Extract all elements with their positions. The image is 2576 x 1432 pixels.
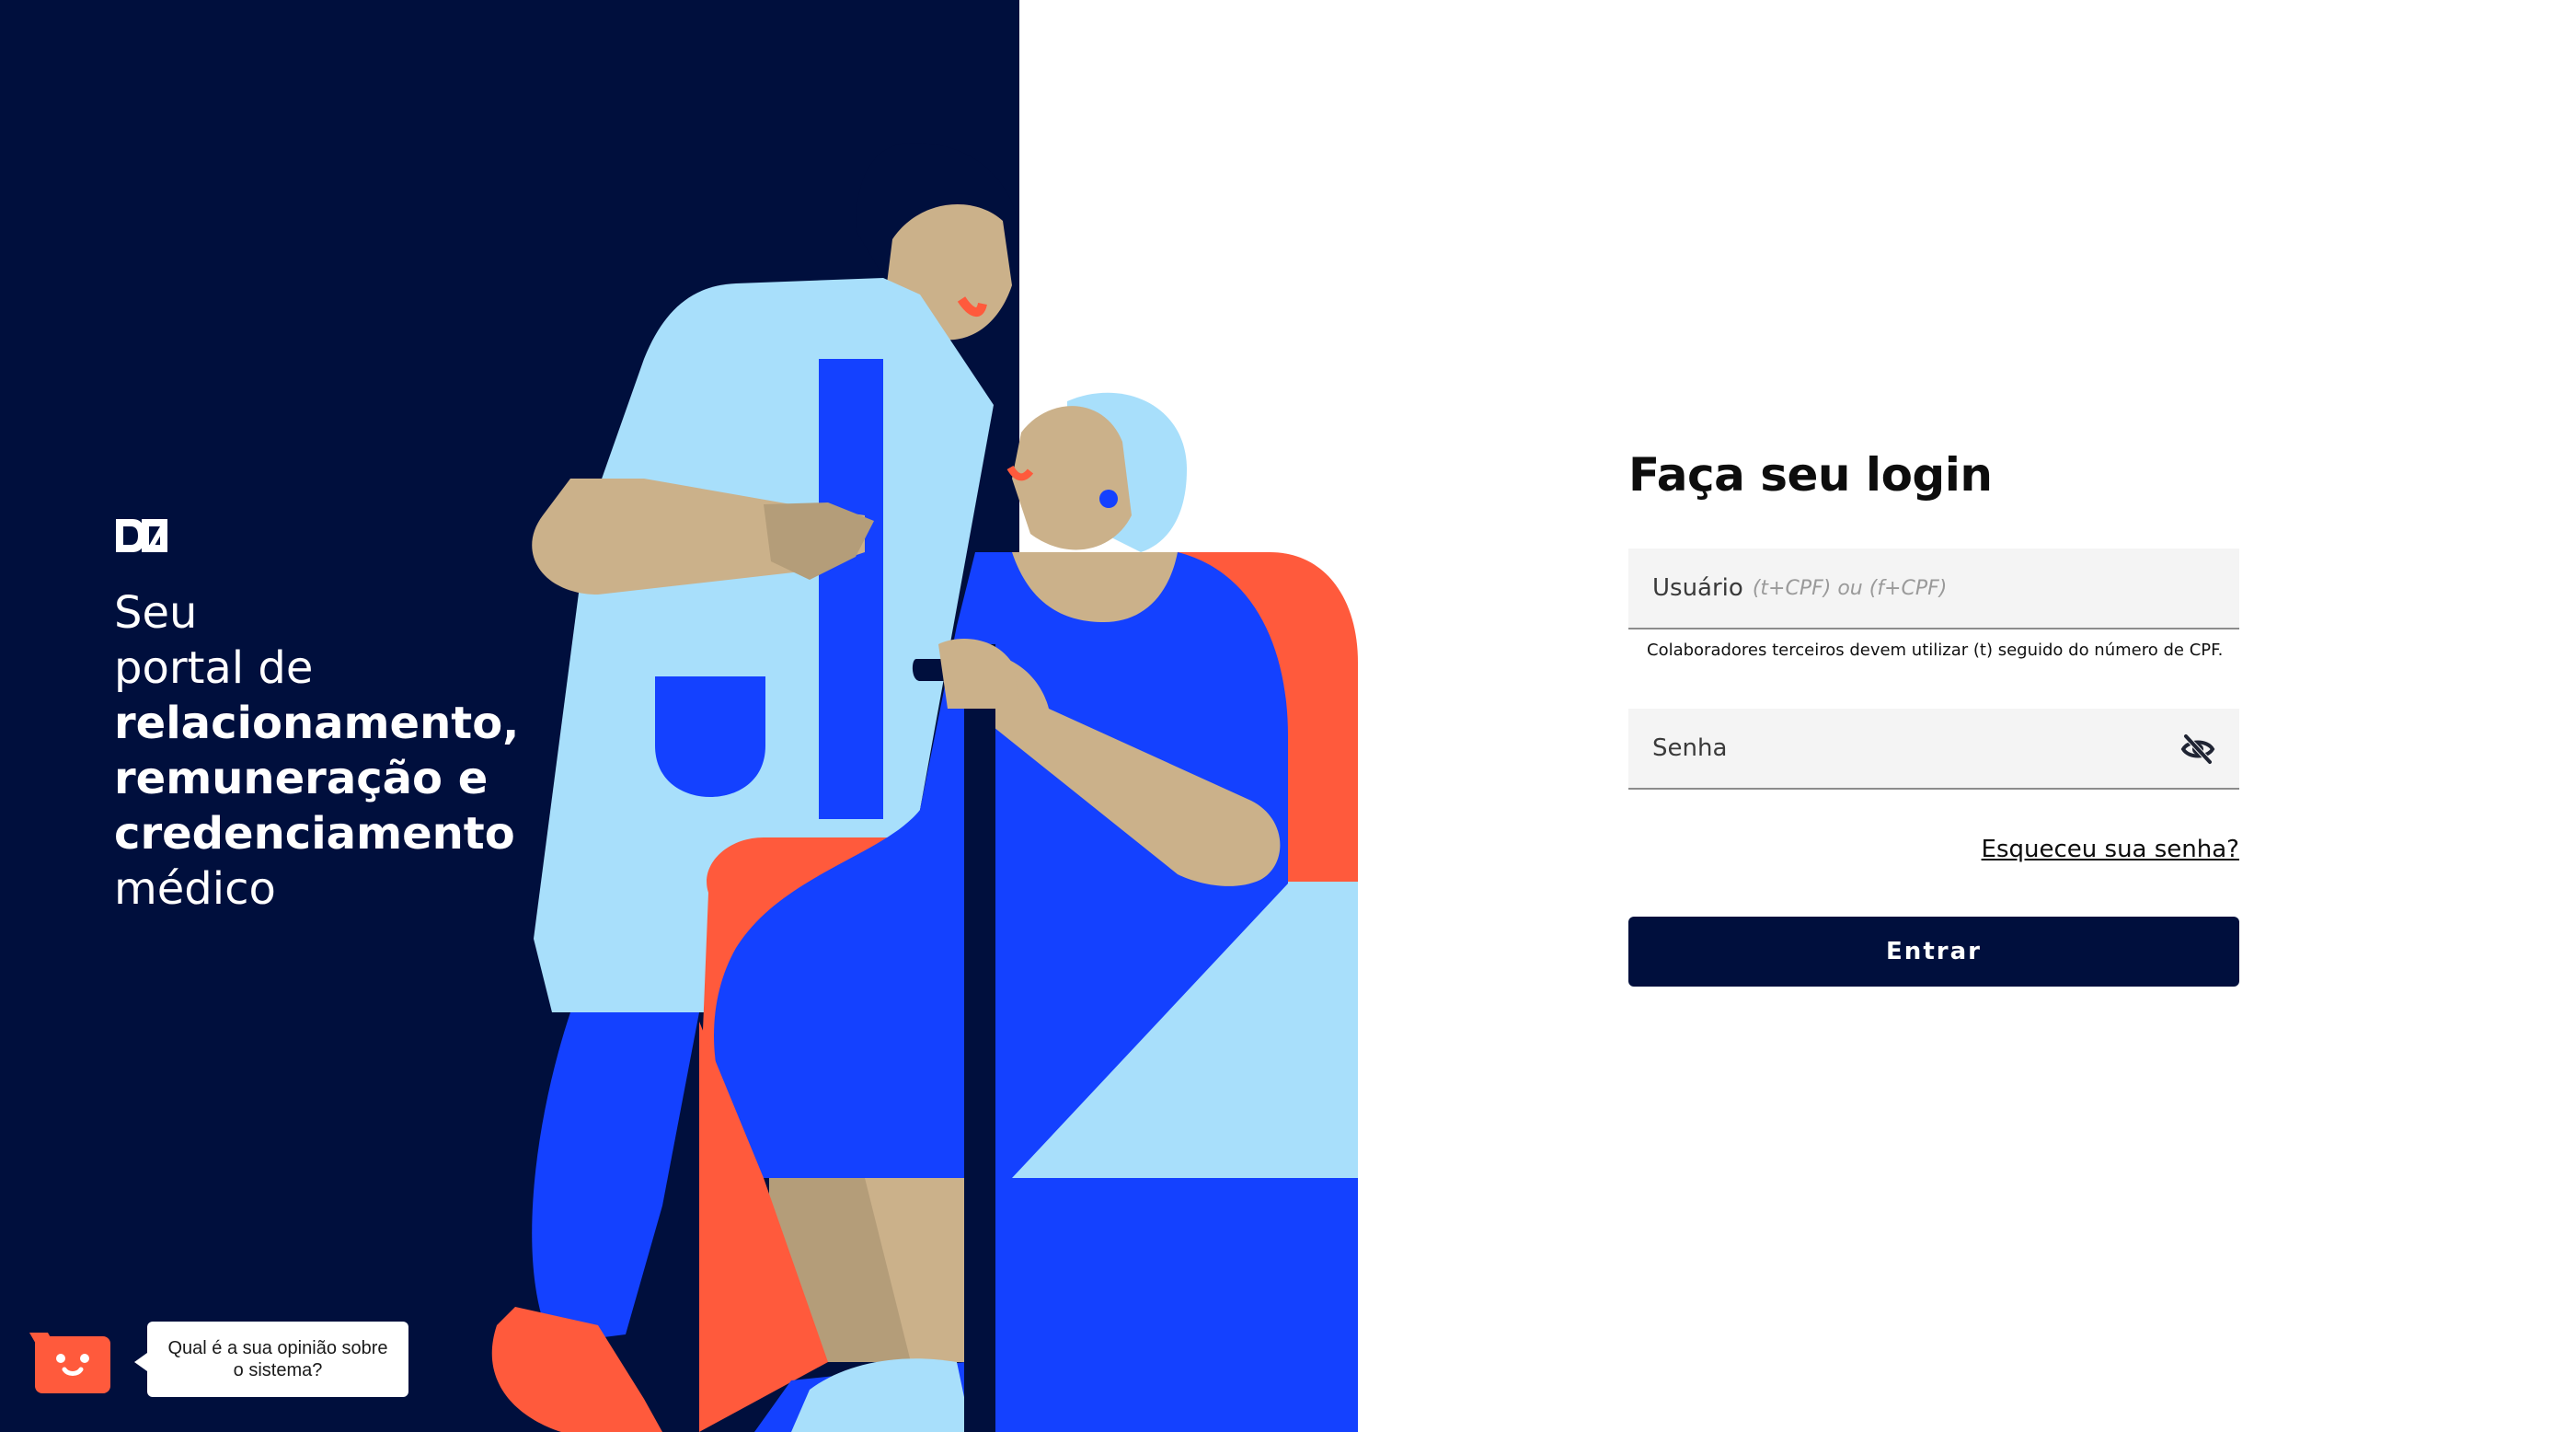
password-label: Senha [1652, 734, 1728, 762]
submit-button[interactable]: Entrar [1628, 917, 2239, 987]
feedback-prompt-text: Qual é a sua opinião sobre o sistema? [167, 1338, 388, 1380]
tagline-line: médico [114, 863, 276, 915]
smiley-chat-icon[interactable] [35, 1336, 110, 1393]
login-form: Faça seu login Usuário (t+CPF) ou (f+CPF… [1628, 442, 2239, 987]
forgot-password-link[interactable]: Esqueceu sua senha? [1982, 836, 2239, 863]
tagline-line: portal de [114, 642, 314, 694]
username-field[interactable]: Usuário (t+CPF) ou (f+CPF) [1628, 549, 2239, 629]
tagline-line: Seu [114, 587, 198, 639]
feedback-prompt[interactable]: Qual é a sua opinião sobre o sistema? [134, 1322, 408, 1397]
password-field[interactable]: Senha [1628, 709, 2239, 790]
tagline-line: remuneração e [114, 753, 489, 804]
username-helper-text: Colaboradores terceiros devem utilizar (… [1647, 641, 2224, 660]
tagline-line: credenciamento [114, 808, 515, 860]
login-title: Faça seu login [1628, 448, 1993, 502]
tagline-line: relacionamento, [114, 698, 520, 749]
cane [964, 644, 995, 1432]
coat-pocket [655, 676, 765, 797]
username-label: Usuário [1652, 574, 1743, 602]
username-hint: (t+CPF) ou (f+CPF) [1752, 576, 1948, 600]
brand-logo-icon [116, 519, 167, 552]
hero-tagline: Seu portal de relacionamento, remuneraçã… [114, 585, 592, 917]
patient-face [1012, 406, 1132, 550]
eye-off-icon[interactable] [2180, 733, 2215, 766]
login-page: Seu portal de relacionamento, remuneraçã… [0, 0, 2576, 1432]
